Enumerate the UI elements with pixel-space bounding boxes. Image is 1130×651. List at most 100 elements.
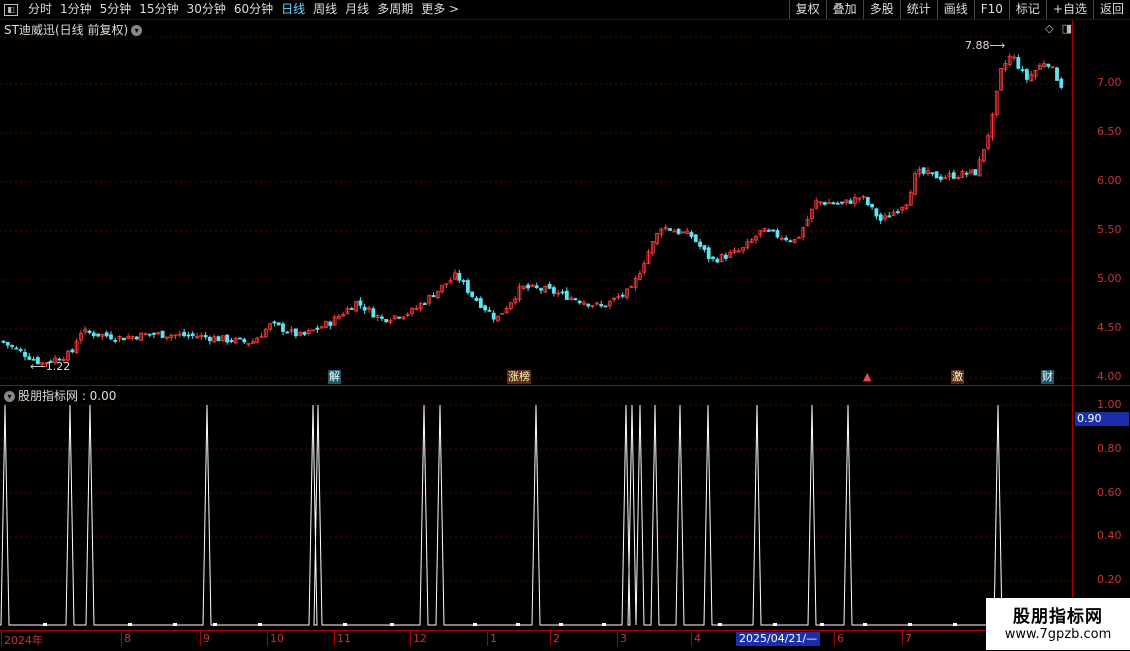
indicator-title[interactable]: ▾ 股朋指标网 : 0.00 [4,387,116,404]
candle-body [272,321,277,324]
candle-body [930,172,935,175]
max-price-label: 7.88⟶ [965,39,1005,52]
candle-body [702,245,707,250]
indicator-dot [820,623,824,626]
candle-body [216,336,221,342]
candle-body [878,214,883,221]
candle-body [422,303,427,305]
candle-body [564,290,569,300]
panel-divider[interactable] [0,385,1130,386]
kline-chart[interactable]: 7.88⟶ ⟵1.22 [0,0,1072,630]
price-tick: 5.50 [1097,223,1122,236]
date-label: 10 [267,632,284,646]
stock-title[interactable]: ST迪威迅(日线 前复权) ▾ [4,21,143,38]
candle-body [293,328,298,337]
candle-body [539,288,543,291]
candle-body [371,308,376,318]
candle-body [939,176,943,180]
candle-body [70,349,75,353]
candle-body [431,295,436,298]
event-finance-marker[interactable]: 财 [1041,370,1054,384]
date-cursor: 2025/04/21/— [736,632,821,646]
indicator-dot [258,623,262,626]
price-tick: 7.00 [1097,76,1122,89]
candle-body [478,298,483,308]
candle-body [552,287,556,294]
event-unlock-marker[interactable]: 解 [328,370,341,384]
candle-body [547,284,552,289]
candle-body [698,241,702,247]
event-toplist-marker[interactable]: 涨榜 [507,370,531,384]
candle-body [526,284,530,289]
indicator-dot [908,623,912,626]
candle-body [724,254,728,259]
indicator-axis: 1.00 0.90 0.80 0.60 0.40 0.20 [1072,386,1130,630]
indicator-dot [213,623,217,626]
chevron-down-icon[interactable]: ▾ [4,391,15,402]
candle-body [190,333,195,336]
candle-body [384,318,389,323]
indicator-tick: 1.00 [1097,398,1122,411]
date-label: 3 [617,632,627,646]
candle-body [599,304,604,307]
date-label: 4 [691,632,701,646]
candle-body [620,294,625,297]
stock-title-text: ST迪威迅(日线 前复权) [4,23,129,37]
return-button[interactable]: 返回 [1092,0,1130,19]
panel-toggle-icon[interactable]: ◨ [1062,22,1072,35]
indicator-dot [516,623,520,626]
candle-body [349,308,354,310]
watermark-logo: 股朋指标网 www.7gpzb.com [986,598,1130,650]
indicator-dot [343,623,347,626]
indicator-dot [390,623,394,626]
candle-body [827,202,831,205]
candle-body [362,306,367,311]
indicator-dot [173,623,177,626]
candle-body [706,247,711,260]
candle-body [238,337,242,340]
candle-body [840,201,844,204]
date-label: 2024年 [1,632,43,647]
candle-body [27,356,32,360]
candle-body [775,230,780,238]
diamond-icon[interactable]: ◇ [1045,22,1053,35]
candle-body [147,333,152,336]
indicator-dot [953,623,957,626]
price-tick: 4.50 [1097,321,1122,334]
event-up-arrow-icon[interactable]: ▲ [862,370,872,384]
candle-body [229,339,234,342]
date-label: 2 [550,632,560,646]
candle-body [784,237,788,241]
date-label: 12 [410,632,427,646]
indicator-title-text: 股朋指标网 : 0.00 [18,389,117,403]
candle-body [1020,69,1025,71]
chevron-down-icon[interactable]: ▾ [131,25,143,36]
candle-body [689,232,694,237]
candle-body [870,203,874,208]
candle-body [474,297,479,301]
candle-body [465,280,470,293]
candle-body [1046,63,1051,67]
date-axis: 2024年 8 9 10 11 12 1 2 3 4 2025/04/21/— … [0,630,1072,651]
candle-body [896,211,900,214]
candle-body [822,202,827,205]
candle-body [573,298,578,301]
candle-body [973,169,978,176]
candle-body [470,291,475,297]
candle-body [831,202,836,205]
event-surge-marker[interactable]: 激 [951,370,964,384]
candle-body [5,341,10,346]
date-label: 6 [834,632,844,646]
candle-body [207,336,212,342]
price-axis: 7.00 6.50 6.00 5.50 5.00 4.50 4.00 [1072,20,1130,385]
indicator-tick: 0.20 [1097,573,1122,586]
candle-body [1,340,6,343]
indicator-tick: 0.40 [1097,529,1122,542]
date-label: 8 [121,632,131,646]
candle-body [560,291,565,294]
candle-body [315,327,320,330]
candle-body [134,336,139,340]
candle-body [1025,69,1029,80]
date-label: 7 [902,632,912,646]
min-price-label: ⟵1.22 [30,360,70,373]
